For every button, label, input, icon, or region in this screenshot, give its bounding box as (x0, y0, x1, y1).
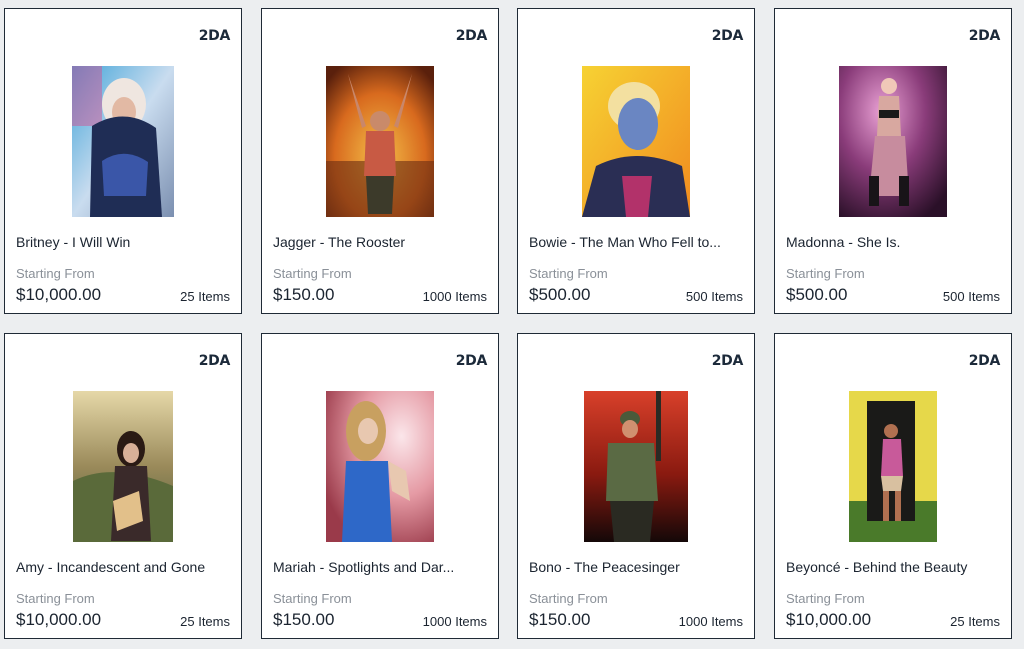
card-title: Mariah - Spotlights and Dar... (273, 559, 455, 575)
card-title: Beyoncé - Behind the Beauty (786, 559, 968, 575)
starting-from-label: Starting From (786, 591, 865, 606)
item-count: 25 Items (950, 614, 1000, 629)
collection-card-beyonce[interactable]: 2DA Beyoncé - Behind the Beauty Starting… (774, 333, 1012, 639)
collection-grid: 2DA Britney - I Will Win Starting From $… (0, 0, 1024, 649)
brand-logo: 2DA (455, 353, 488, 369)
starting-from-label: Starting From (273, 591, 352, 606)
item-count: 500 Items (685, 289, 743, 304)
item-count: 500 Items (942, 289, 1000, 304)
item-count: 1000 Items (422, 289, 487, 304)
brand-logo: 2DA (198, 353, 231, 369)
card-title: Jagger - The Rooster (273, 234, 406, 250)
card-title: Amy - Incandescent and Gone (16, 559, 206, 575)
starting-from-label: Starting From (16, 591, 95, 606)
brand-logo: 2DA (198, 28, 231, 44)
card-price: $500.00 (786, 285, 848, 304)
collection-card-amy[interactable]: 2DA Amy - Incandescent and Gone Starting… (4, 333, 242, 639)
artwork-image (72, 66, 174, 217)
brand-logo: 2DA (968, 353, 1001, 369)
item-count: 1000 Items (422, 614, 487, 629)
artwork-image (849, 391, 937, 542)
starting-from-label: Starting From (786, 266, 865, 281)
starting-from-label: Starting From (273, 266, 352, 281)
item-count: 25 Items (180, 289, 230, 304)
card-price: $150.00 (529, 610, 591, 629)
brand-logo: 2DA (711, 28, 744, 44)
starting-from-label: Starting From (529, 591, 608, 606)
item-count: 25 Items (180, 614, 230, 629)
collection-card-jagger[interactable]: 2DA Jagger - The Rooster Starting From $… (261, 8, 499, 314)
card-price: $10,000.00 (16, 610, 102, 629)
artwork-image (326, 66, 434, 217)
card-price: $10,000.00 (16, 285, 102, 304)
item-count: 1000 Items (678, 614, 743, 629)
artwork-image (584, 391, 688, 542)
card-price: $150.00 (273, 285, 335, 304)
card-price: $500.00 (529, 285, 591, 304)
card-title: Bono - The Peacesinger (529, 559, 680, 575)
card-price: $10,000.00 (786, 610, 872, 629)
collection-card-mariah[interactable]: 2DA Mariah - Spotlights and Dar... Start… (261, 333, 499, 639)
artwork-image (73, 391, 173, 542)
collection-card-bowie[interactable]: 2DA Bowie - The Man Who Fell to... Start… (517, 8, 755, 314)
starting-from-label: Starting From (16, 266, 95, 281)
artwork-image (839, 66, 947, 217)
card-title: Britney - I Will Win (16, 234, 131, 250)
collection-card-britney[interactable]: 2DA Britney - I Will Win Starting From $… (4, 8, 242, 314)
brand-logo: 2DA (711, 353, 744, 369)
card-price: $150.00 (273, 610, 335, 629)
collection-card-bono[interactable]: 2DA Bono - The Peacesinger Starting From… (517, 333, 755, 639)
collection-card-madonna[interactable]: 2DA Madonna - She Is. Starting From $500… (774, 8, 1012, 314)
brand-logo: 2DA (455, 28, 488, 44)
card-title: Bowie - The Man Who Fell to... (529, 234, 721, 250)
starting-from-label: Starting From (529, 266, 608, 281)
brand-logo: 2DA (968, 28, 1001, 44)
artwork-image (582, 66, 690, 217)
artwork-image (326, 391, 434, 542)
card-title: Madonna - She Is. (786, 234, 901, 250)
